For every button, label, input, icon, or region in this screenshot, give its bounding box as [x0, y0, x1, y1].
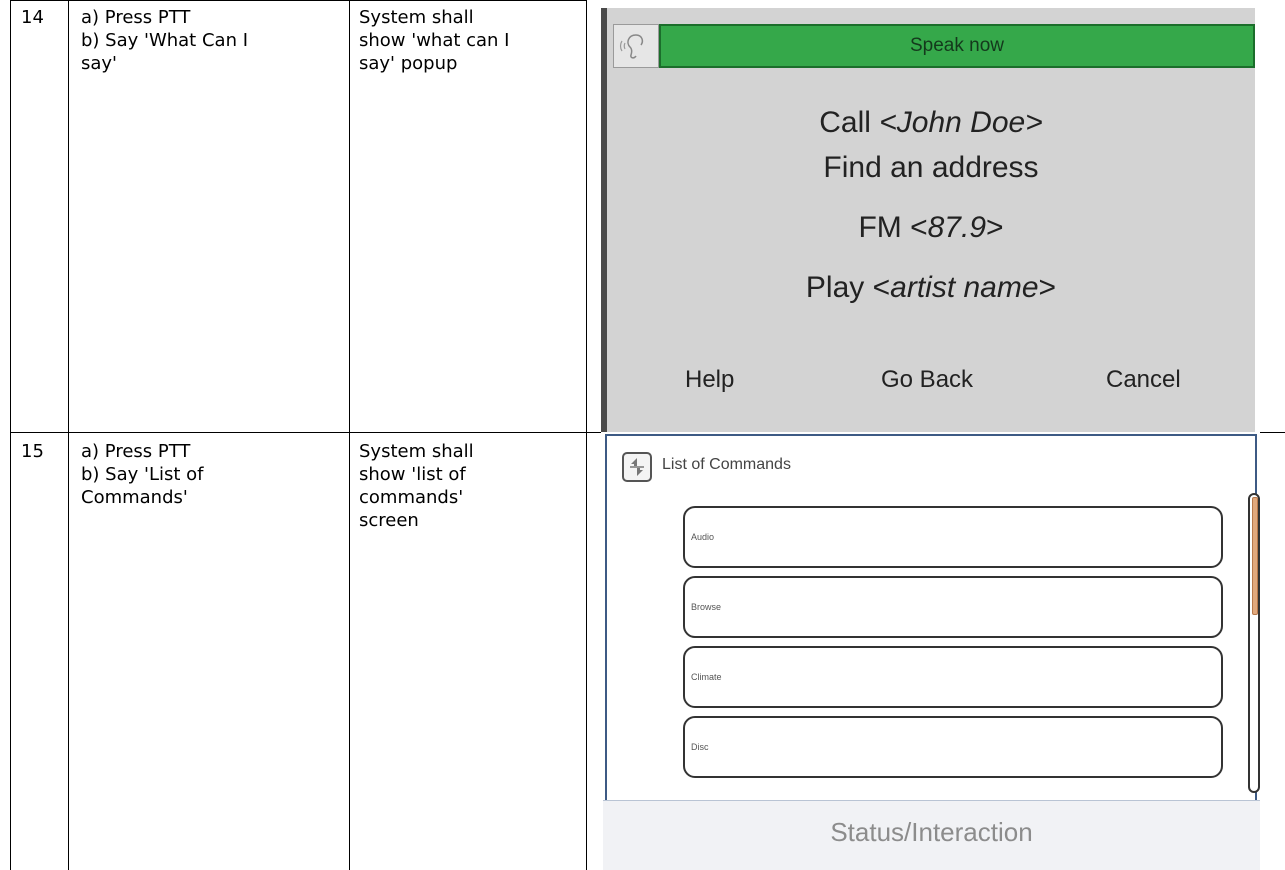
command-placeholder: artist name: [890, 271, 1039, 304]
command-text: FM <: [858, 211, 928, 244]
table-col-divider-3: [586, 0, 587, 870]
step-line: Commands': [81, 487, 188, 508]
step-line: a) Press PTT: [81, 7, 191, 28]
scrollbar[interactable]: [1248, 493, 1260, 793]
table-top-border: [10, 0, 586, 1]
row-14-expected: System shall show 'what can I say' popup: [359, 6, 510, 75]
list-item-audio[interactable]: Audio: [683, 506, 1223, 568]
command-placeholder: 87.9: [927, 211, 987, 244]
row-15-steps: a) Press PTT b) Say 'List of Commands': [81, 440, 203, 509]
command-placeholder: <John Doe>: [879, 106, 1043, 139]
go-back-button[interactable]: Go Back: [881, 366, 973, 394]
list-item-label: Audio: [691, 532, 715, 542]
status-interaction-bar: Status/Interaction: [603, 800, 1260, 870]
ear-speaker-icon: [613, 24, 659, 68]
list-item-climate[interactable]: Climate: [683, 646, 1223, 708]
list-item-label: Climate: [691, 672, 722, 682]
what-can-i-say-popup: Speak now Call <John Doe> Find an addres…: [601, 8, 1255, 432]
back-arrows-icon[interactable]: [622, 452, 652, 482]
step-line: b) Say 'What Can I: [81, 30, 249, 51]
list-item-label: Browse: [691, 602, 722, 612]
command-text: Find an address: [823, 151, 1039, 184]
row-15-expected: System shall show 'list of commands' scr…: [359, 440, 474, 532]
row-15-number: 15: [21, 441, 44, 462]
command-suffix: >: [986, 211, 1004, 244]
expected-line: show 'what can I: [359, 30, 510, 51]
screen-title: List of Commands: [662, 456, 791, 473]
command-fm: FM <87.9>: [607, 211, 1255, 245]
expected-line: screen: [359, 510, 419, 531]
step-line: b) Say 'List of: [81, 464, 204, 485]
expected-line: show 'list of: [359, 464, 466, 485]
command-suffix: >: [1038, 271, 1057, 304]
table-col-divider-2: [349, 0, 350, 870]
expected-line: System shall: [359, 441, 474, 462]
table-left-border: [10, 0, 11, 870]
command-text: Call: [819, 106, 880, 139]
list-item-disc[interactable]: Disc: [683, 716, 1223, 778]
row-14-steps: a) Press PTT b) Say 'What Can I say': [81, 6, 248, 75]
list-of-commands-screen: List of Commands Audio Browse Climate Di…: [601, 432, 1260, 870]
cancel-button[interactable]: Cancel: [1106, 366, 1181, 394]
screen-frame: List of Commands Audio Browse Climate Di…: [605, 434, 1260, 802]
expected-line: System shall: [359, 7, 474, 28]
speak-now-banner: Speak now: [659, 24, 1255, 68]
command-call: Call <John Doe>: [607, 106, 1255, 140]
command-text: Play <: [805, 271, 891, 304]
list-item-browse[interactable]: Browse: [683, 576, 1223, 638]
expected-line: say' popup: [359, 53, 458, 74]
command-play: Play <artist name>: [607, 271, 1255, 305]
scrollbar-thumb[interactable]: [1252, 497, 1258, 615]
row-14-number: 14: [21, 7, 44, 28]
command-find-address: Find an address: [607, 151, 1255, 185]
expected-line: commands': [359, 487, 464, 508]
step-line: say': [81, 53, 118, 74]
table-col-divider-1: [68, 0, 69, 870]
list-item-label: Disc: [691, 742, 709, 752]
step-line: a) Press PTT: [81, 441, 191, 462]
help-button[interactable]: Help: [685, 366, 734, 394]
